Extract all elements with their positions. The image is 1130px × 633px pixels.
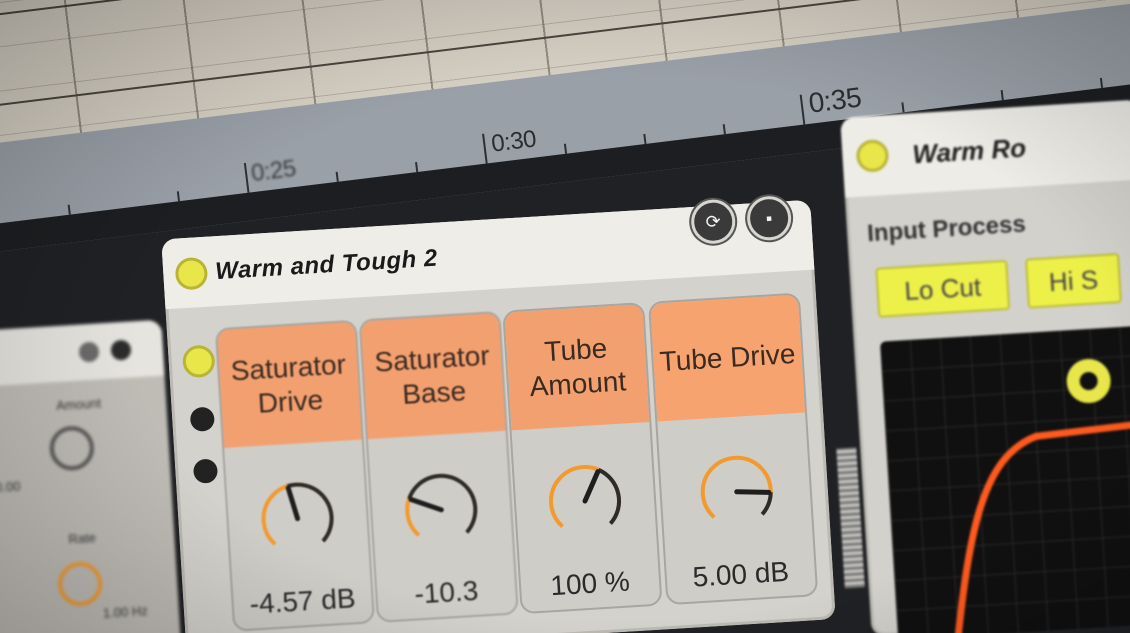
hot-swap-icon[interactable] — [78, 341, 100, 363]
knob[interactable] — [43, 420, 100, 477]
knob-arc — [700, 455, 773, 519]
macro-knob-3[interactable] — [689, 444, 784, 539]
device-header: Warm and Tough 2 ⟳ ▪ — [161, 194, 815, 310]
knob-needle — [582, 469, 601, 504]
section-label: Input Process — [866, 210, 1027, 248]
macro-label: Tube Amount — [504, 304, 650, 431]
save-icon[interactable]: ▪ — [745, 194, 793, 242]
live-screen-photo: 0:25 0:30 0:35 Amount 0.00 Rate 1.00 Hz … — [0, 0, 1130, 633]
filter-graph[interactable] — [879, 324, 1130, 633]
device-header: Warm Ro — [840, 99, 1130, 198]
filter-curve — [954, 359, 1130, 633]
param-label: Rate — [67, 529, 97, 547]
knob-track — [407, 473, 478, 534]
audio-effect-rack: Warm and Tough 2 ⟳ ▪ Saturator Drive -4.… — [161, 194, 836, 633]
knob-needle — [285, 485, 301, 522]
macro-tube-drive[interactable]: Tube Drive 5.00 dB — [647, 292, 819, 606]
macro-value: 100 % — [549, 565, 631, 602]
device-power-icon[interactable] — [174, 256, 209, 291]
knob-track — [760, 492, 773, 516]
macro-value: -10.3 — [413, 574, 480, 610]
macro-saturator-drive[interactable]: Saturator Drive -4.57 dB — [214, 319, 376, 632]
macro-knob-0[interactable] — [250, 471, 345, 566]
show-chains-icon[interactable] — [189, 406, 216, 432]
macro-map-icon[interactable] — [181, 344, 216, 379]
level-meter — [836, 447, 865, 589]
macro-tube-amount[interactable]: Tube Amount 100 % — [502, 302, 663, 615]
knob-needle — [408, 496, 444, 513]
hot-swap-icon[interactable]: ⟳ — [689, 198, 737, 245]
macro-value: 5.00 dB — [691, 555, 790, 593]
macro-label: Saturator Base — [360, 312, 506, 440]
show-devices-icon[interactable] — [192, 458, 219, 484]
param-value: 0.00 — [0, 478, 21, 496]
lo-cut-button[interactable]: Lo Cut — [875, 259, 1011, 318]
device-chain: Amount 0.00 Rate 1.00 Hz Warm and Tough … — [0, 0, 1130, 633]
device-power-icon[interactable] — [855, 138, 890, 173]
device-title[interactable]: Warm and Tough 2 — [215, 245, 439, 287]
macro-saturator-base[interactable]: Saturator Base -10.3 — [358, 310, 519, 623]
device-title[interactable]: Warm Ro — [912, 132, 1027, 170]
knob-needle — [734, 489, 772, 495]
knob-track — [597, 468, 621, 525]
macro-label: Saturator Drive — [216, 321, 362, 448]
param-label: Amount — [55, 395, 102, 414]
hi-shelf-button[interactable]: Hi S — [1025, 252, 1122, 309]
left-device: Amount 0.00 Rate 1.00 Hz — [0, 319, 182, 633]
save-icon[interactable] — [110, 339, 132, 361]
knob[interactable] — [52, 555, 109, 612]
macro-label: Tube Drive — [650, 294, 806, 422]
knob-arc — [405, 473, 478, 537]
right-device: Warm Ro Input Process Lo Cut Hi S — [840, 99, 1130, 633]
device-header — [0, 319, 165, 388]
param-value: 1.00 Hz — [102, 602, 149, 621]
macro-value: -4.57 dB — [248, 582, 357, 620]
macro-knob-2[interactable] — [537, 453, 632, 548]
macro-knob-1[interactable] — [394, 462, 489, 557]
